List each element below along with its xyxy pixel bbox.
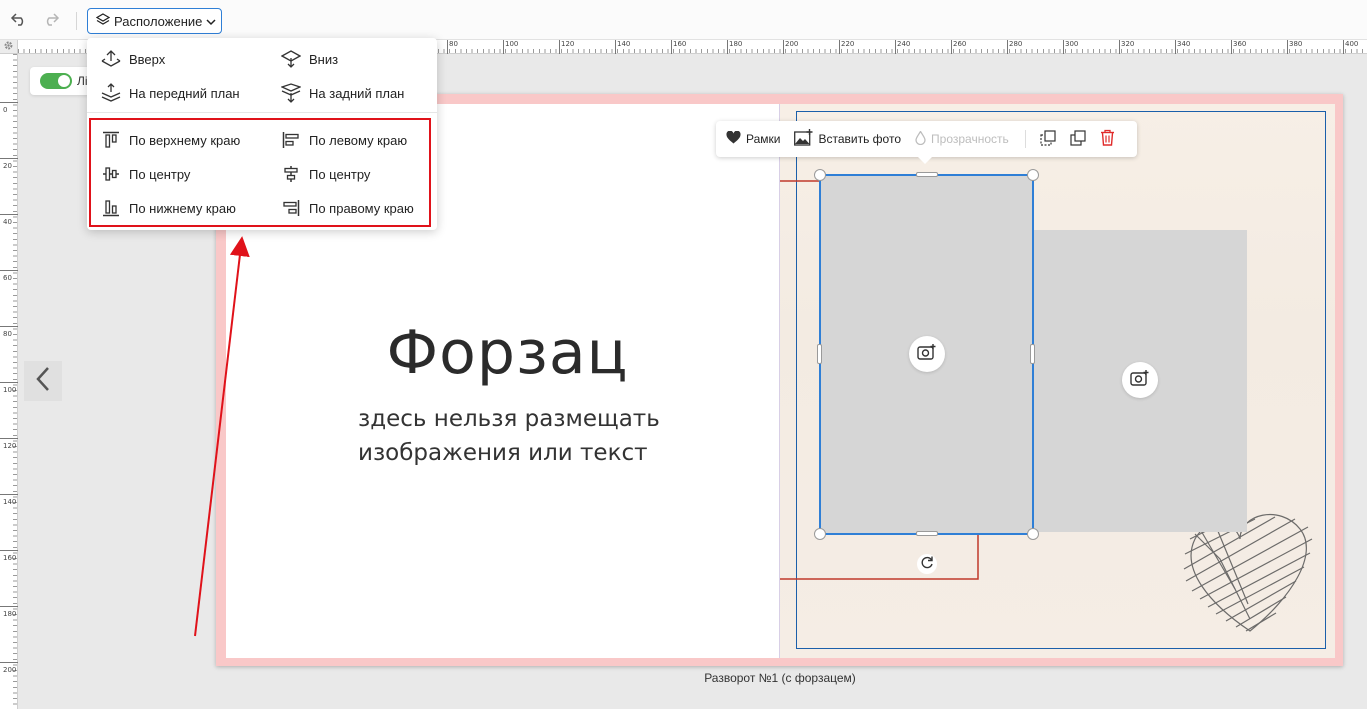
endpaper-subtitle: здесь нельзя размещать изображения или т… [358, 402, 758, 470]
ruler-label: 0 [3, 106, 8, 114]
ruler-label: 100 [3, 386, 17, 394]
ruler-label: 180 [3, 610, 17, 618]
ruler-label: 320 [1121, 40, 1135, 48]
vertical-ruler: 0 20 40 60 80 100 120 140 160 180 200 [0, 54, 18, 709]
menu-item-bring-forward[interactable]: Вверх [101, 46, 165, 72]
frames-label: Рамки [746, 132, 781, 146]
transparency-label: Прозрачность [931, 132, 1009, 146]
editor-app: Расположение 80 100 120 140 160 180 200 … [0, 0, 1367, 709]
menu-item-send-to-back[interactable]: На задний план [281, 80, 404, 106]
ruler-label: 140 [3, 498, 17, 506]
bring-to-front-icon [101, 83, 121, 103]
ruler-label: 80 [3, 330, 12, 338]
menu-item-bring-to-front[interactable]: На передний план [101, 80, 240, 106]
ruler-label: 220 [841, 40, 855, 48]
resize-handle-bottom[interactable] [916, 531, 938, 536]
camera-plus-icon [917, 343, 937, 366]
menu-item-label: На задний план [309, 85, 405, 101]
undo-icon [10, 12, 28, 31]
toggle-label: Лі [77, 74, 88, 88]
resize-handle-top[interactable] [916, 172, 938, 177]
toolbar-divider [1024, 130, 1026, 148]
add-photo-button-2[interactable] [1122, 362, 1158, 398]
insert-photo-button[interactable]: Вставить фото [794, 129, 901, 149]
layout-dropdown-button[interactable]: Расположение [87, 8, 222, 34]
copy-dashed-icon [1040, 129, 1056, 149]
redo-icon [42, 12, 60, 31]
layout-button-label: Расположение [114, 13, 203, 29]
rotate-icon [920, 555, 934, 574]
camera-plus-icon [1130, 369, 1150, 392]
send-backward-icon [281, 49, 301, 69]
resize-handle-top-left[interactable] [814, 169, 826, 181]
resize-handle-bottom-left[interactable] [814, 528, 826, 540]
resize-handle-right[interactable] [1030, 344, 1035, 364]
ruler-label: 100 [505, 40, 519, 48]
top-toolbar: Расположение [0, 0, 1367, 40]
image-plus-icon [794, 129, 813, 149]
ruler-label: 120 [3, 442, 17, 450]
menu-divider [87, 112, 437, 113]
resize-handle-left[interactable] [817, 344, 822, 364]
ruler-label: 380 [1289, 40, 1303, 48]
drop-icon [915, 129, 926, 148]
ruler-label: 360 [1233, 40, 1247, 48]
toolbar-divider [76, 12, 77, 30]
transparency-button[interactable]: Прозрачность [915, 129, 1009, 148]
ruler-label: 20 [3, 162, 12, 170]
ruler-label: 280 [1009, 40, 1023, 48]
ruler-label: 400 [1345, 40, 1359, 48]
endpaper-title: Форзац [386, 318, 629, 388]
frames-button[interactable]: Рамки [726, 130, 781, 147]
ruler-label: 120 [561, 40, 575, 48]
send-to-back-icon [281, 83, 301, 103]
prev-spread-button[interactable] [24, 361, 62, 401]
ruler-label: 200 [785, 40, 799, 48]
ruler-label: 180 [729, 40, 743, 48]
toggle-switch[interactable] [40, 73, 72, 89]
redo-button[interactable] [40, 10, 62, 32]
heart-icon [726, 130, 741, 147]
ruler-settings-button[interactable] [0, 40, 18, 54]
delete-button[interactable] [1098, 129, 1118, 149]
duplicate-icon [1070, 129, 1086, 149]
element-toolbar: Рамки Вставить фото Прозрачность [716, 121, 1137, 164]
ruler-label: 340 [1177, 40, 1191, 48]
chevron-down-icon [206, 14, 216, 29]
ruler-label: 240 [897, 40, 911, 48]
ruler-label: 80 [449, 40, 458, 48]
ruler-label: 300 [1065, 40, 1079, 48]
resize-handle-top-right[interactable] [1027, 169, 1039, 181]
bring-forward-icon [101, 49, 121, 69]
subtitle-line-1: здесь нельзя размещать [358, 406, 660, 432]
ruler-label: 160 [673, 40, 687, 48]
menu-item-label: На передний план [129, 85, 240, 101]
menu-item-label: Вверх [129, 51, 166, 67]
duplicate-button[interactable] [1068, 129, 1088, 149]
chevron-left-icon [34, 365, 52, 398]
menu-item-send-backward[interactable]: Вниз [281, 46, 338, 72]
trash-icon [1100, 129, 1115, 149]
layers-icon [95, 12, 111, 30]
insert-photo-label: Вставить фото [818, 132, 902, 146]
ruler-label: 260 [953, 40, 967, 48]
spread-caption: Разворот №1 (с форзацем) [704, 671, 856, 685]
copy-button[interactable] [1038, 129, 1058, 149]
ruler-label: 160 [3, 554, 17, 562]
ruler-label: 40 [3, 218, 12, 226]
menu-item-label: Вниз [309, 51, 339, 67]
ruler-label: 140 [617, 40, 631, 48]
gear-icon [3, 38, 14, 56]
undo-button[interactable] [8, 10, 30, 32]
ruler-label: 60 [3, 274, 12, 282]
add-photo-button-1[interactable] [909, 336, 945, 372]
rotate-handle[interactable] [917, 554, 937, 574]
resize-handle-bottom-right[interactable] [1027, 528, 1039, 540]
subtitle-line-2: изображения или текст [358, 440, 648, 466]
alignment-highlight-box [89, 118, 431, 227]
